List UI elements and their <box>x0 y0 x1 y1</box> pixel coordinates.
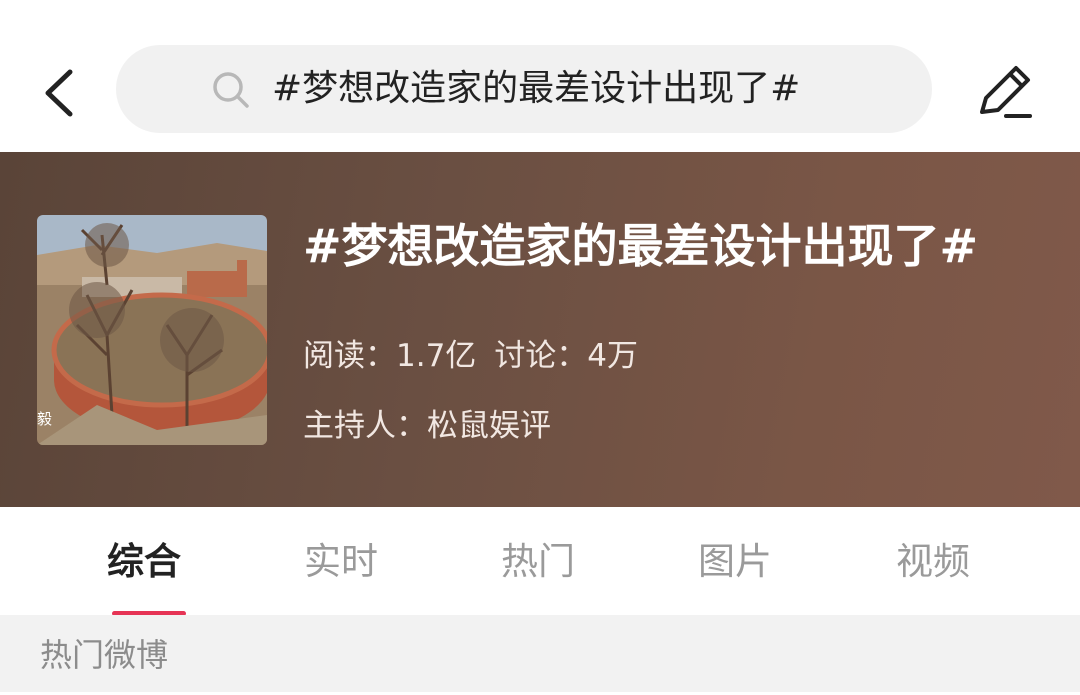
tab-realtime[interactable]: 实时 <box>241 507 441 615</box>
tab-videos[interactable]: 视频 <box>833 507 1033 615</box>
topic-stats: 阅读：1.7亿 讨论：4万 <box>303 330 656 375</box>
hot-posts-section: 热门微博 <box>0 615 1080 692</box>
chevron-left-icon <box>45 69 73 117</box>
top-bar: #梦想改造家的最差设计出现了# <box>0 0 1080 152</box>
tab-images[interactable]: 图片 <box>635 507 835 615</box>
topic-banner: 毅 #梦想改造家的最差设计出现了# 阅读：1.7亿 讨论：4万 主持人：松鼠娱评 <box>0 152 1080 507</box>
tab-comprehensive[interactable]: 综合 <box>44 507 244 615</box>
cover-photo <box>37 215 267 445</box>
tab-hot[interactable]: 热门 <box>438 507 638 615</box>
search-query-text: #梦想改造家的最差设计出现了# <box>272 68 801 109</box>
search-input[interactable]: #梦想改造家的最差设计出现了# <box>116 45 932 133</box>
read-count: 阅读：1.7亿 <box>303 338 477 374</box>
edit-button[interactable] <box>972 60 1038 126</box>
topic-cover-image[interactable]: 毅 <box>37 215 267 445</box>
topic-title: #梦想改造家的最差设计出现了# <box>303 219 979 273</box>
pencil-icon <box>980 66 1032 118</box>
discussion-count: 讨论：4万 <box>494 338 639 374</box>
tab-bar: 综合 实时 热门 图片 视频 <box>0 507 1080 616</box>
search-icon <box>213 72 249 108</box>
back-button[interactable] <box>30 62 90 122</box>
topic-host[interactable]: 主持人：松鼠娱评 <box>303 400 551 445</box>
cover-watermark: 毅 <box>37 410 53 428</box>
section-title: 热门微博 <box>40 636 169 674</box>
